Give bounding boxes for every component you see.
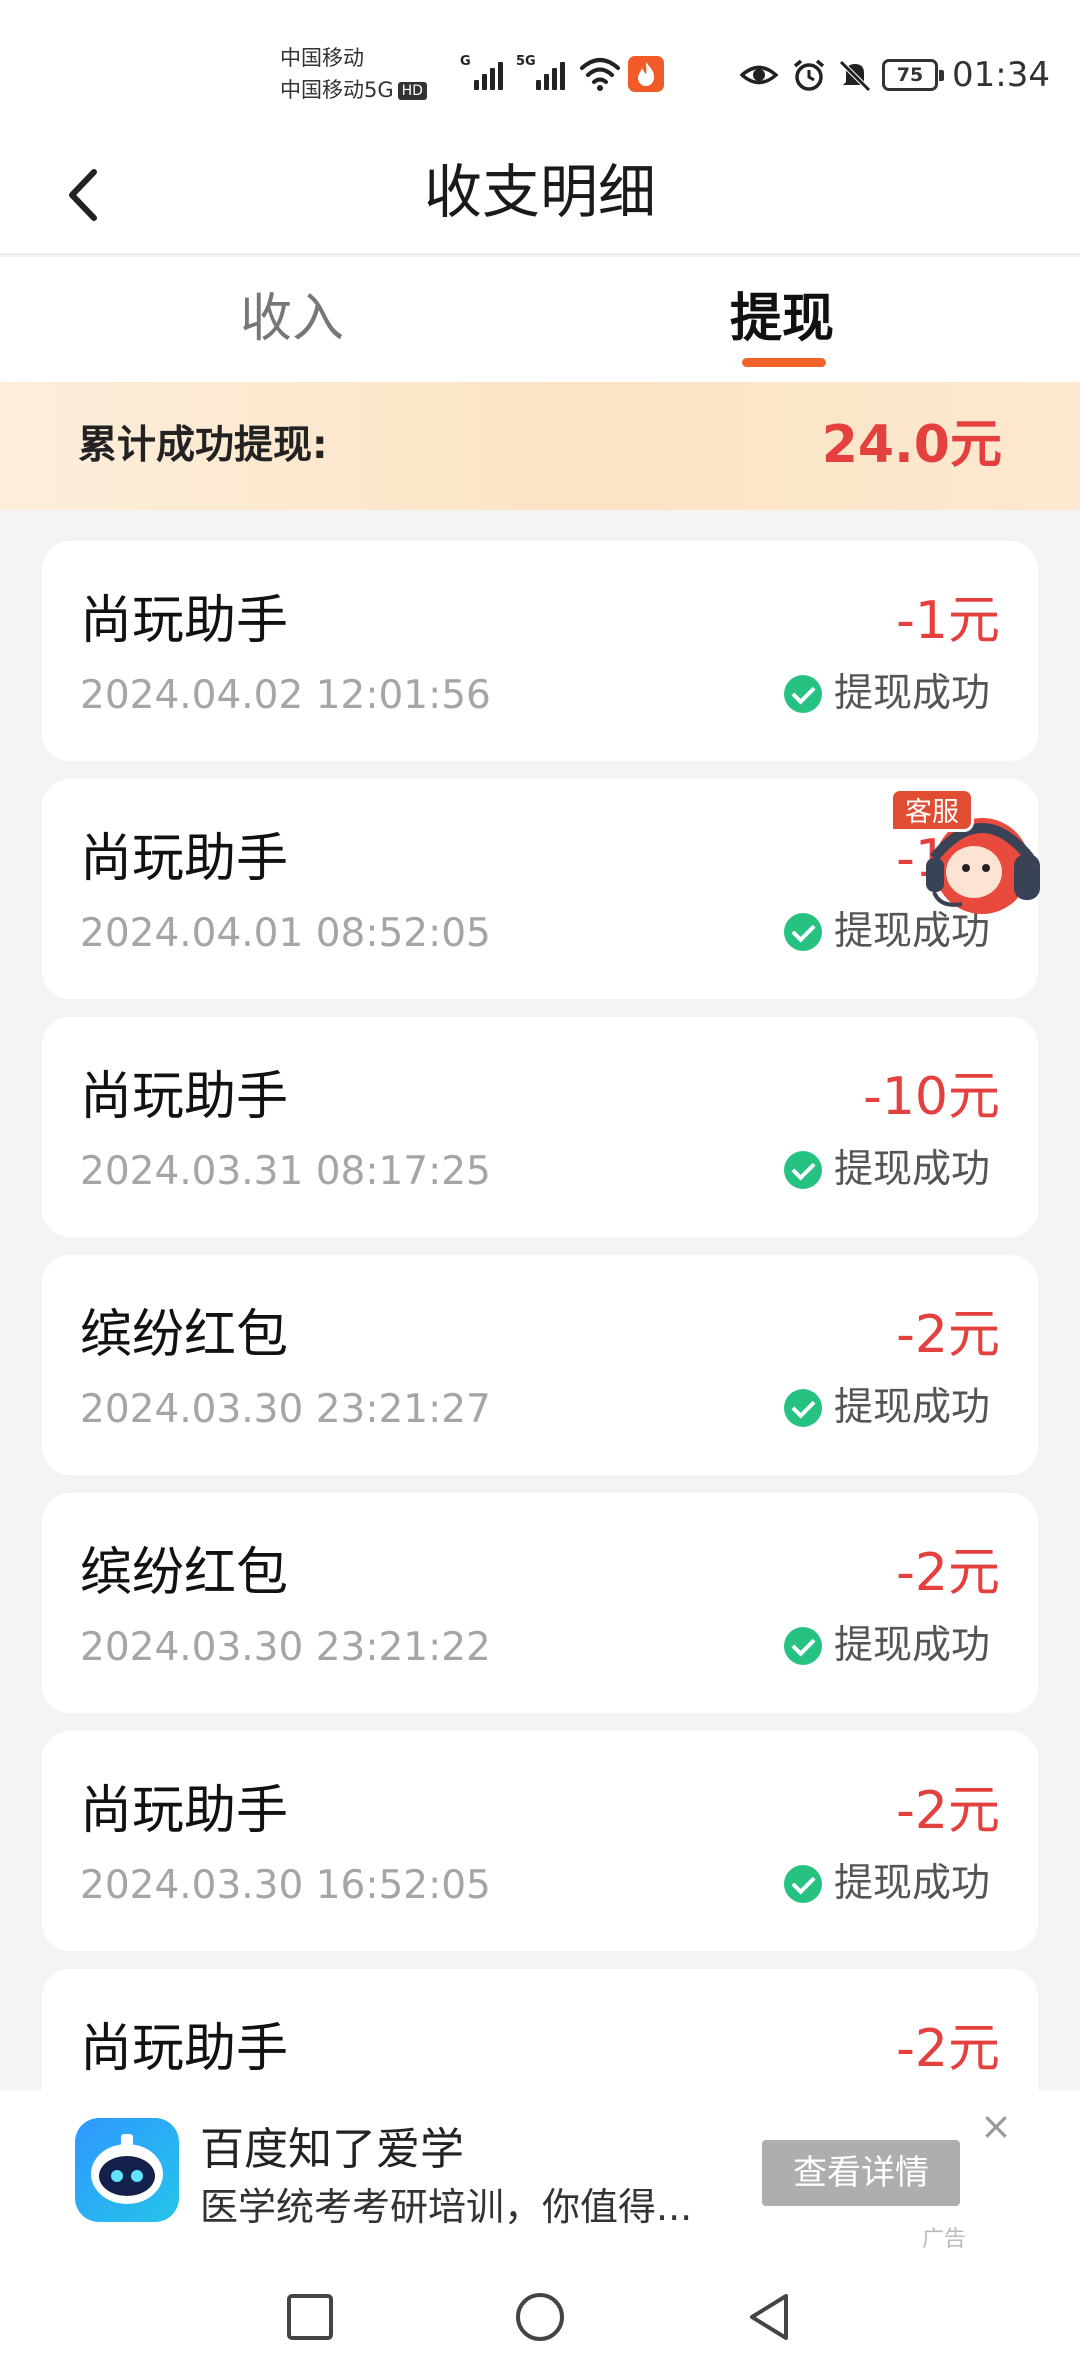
list-item[interactable]: 尚玩助手 2024.04.02 12:01:56 -1元 提现成功 [42,541,1038,761]
hd-badge: HD [397,82,427,100]
ad-label: 广告 [922,2227,967,2252]
ad-close-button[interactable]: × [978,2107,1014,2145]
ad-description: 医学统考考研培训，你值得... [200,2185,693,2229]
status-text: 提现成功 [833,1147,990,1192]
record-time: 2024.03.31 08:17:25 [80,1149,491,1194]
mute-icon [839,60,871,92]
record-time: 2024.03.30 16:52:05 [80,1863,491,1908]
status-text: 提现成功 [833,1861,990,1906]
status-bar: 中国移动 中国移动5G HD G 5G 75 01:34 [0,0,1080,132]
record-amount: -2元 [896,1305,1000,1365]
list-item[interactable]: 缤纷红包 2024.03.30 23:21:27 -2元 提现成功 [42,1255,1038,1475]
check-circle-icon [783,675,822,713]
hotspot-fire-icon [628,56,664,92]
app-header: 收支明细 [0,132,1080,255]
ad-title: 百度知了爱学 [200,2124,464,2175]
record-time: 2024.03.30 23:21:27 [80,1387,491,1432]
list-item[interactable]: 尚玩助手 2024.03.31 08:17:25 -10元 提现成功 [42,1017,1038,1237]
carrier-1: 中国移动 [280,46,364,70]
record-name: 尚玩助手 [80,829,289,889]
list-item[interactable]: 尚玩助手 2024.03.30 16:52:05 -2元 提现成功 [42,1731,1038,1951]
customer-service-tag: 客服 [890,788,974,832]
status-text: 提现成功 [833,1623,990,1668]
customer-service-button[interactable]: 客服 [890,788,1050,928]
record-amount: -1元 [896,591,1000,651]
signal-icon-2: 5G [516,54,570,90]
summary-label: 累计成功提现: [78,423,328,468]
tab-withdraw[interactable]: 提现 [730,287,834,351]
status-badge: 提现成功 [783,1145,990,1195]
status-text: 提现成功 [833,1385,990,1430]
record-name: 缤纷红包 [80,1543,289,1603]
ad-banner[interactable]: 百度知了爱学 医学统考考研培训，你值得... 查看详情 × 广告 [0,2090,1080,2288]
list-item[interactable]: 尚玩助手 2024.04.01 08:52:05 -1元 提现成功 [42,779,1038,999]
system-nav-bar [0,2288,1080,2376]
check-circle-icon [783,1389,822,1427]
check-circle-icon [783,1151,822,1189]
battery-icon: 75 [882,59,944,91]
check-circle-icon [783,913,822,951]
ad-logo [75,2118,179,2222]
recent-apps-icon[interactable] [280,2288,340,2348]
status-badge: 提现成功 [783,1383,990,1433]
summary-value: 24.0元 [821,415,1002,475]
active-tab-indicator [742,358,826,367]
record-amount: -10元 [863,1067,1000,1127]
record-name: 尚玩助手 [80,1781,289,1841]
signal-icon: G [460,54,510,90]
eye-icon [740,65,778,85]
alarm-icon [793,59,825,91]
status-badge: 提现成功 [783,669,990,719]
back-nav-icon[interactable] [740,2288,800,2348]
record-amount: -2元 [896,1781,1000,1841]
withdraw-summary: 累计成功提现: 24.0元 [0,382,1080,510]
ad-details-button[interactable]: 查看详情 [762,2140,960,2206]
status-badge: 提现成功 [783,1621,990,1671]
record-time: 2024.03.30 23:21:22 [80,1625,491,1670]
record-name: 尚玩助手 [80,2019,289,2079]
carrier-info: 中国移动 中国移动5G HD [280,42,427,106]
check-circle-icon [783,1627,822,1665]
wifi-icon [580,58,620,91]
record-name: 尚玩助手 [80,591,289,651]
record-amount: -2元 [896,1543,1000,1603]
tab-income[interactable]: 收入 [240,287,344,351]
list-item[interactable]: 缤纷红包 2024.03.30 23:21:22 -2元 提现成功 [42,1493,1038,1713]
clock: 01:34 [952,55,1050,95]
record-time: 2024.04.02 12:01:56 [80,673,491,718]
check-circle-icon [783,1865,822,1903]
home-icon[interactable] [510,2288,570,2348]
robot-icon [91,2134,163,2204]
status-text: 提现成功 [833,671,990,716]
page-title: 收支明细 [423,158,656,226]
tab-bar: 收入 提现 [0,257,1080,382]
status-badge: 提现成功 [783,1859,990,1909]
record-time: 2024.04.01 08:52:05 [80,911,491,956]
record-amount: -2元 [896,2019,1000,2079]
carrier-2: 中国移动5G [280,78,394,102]
record-name: 缤纷红包 [80,1305,289,1365]
record-name: 尚玩助手 [80,1067,289,1127]
